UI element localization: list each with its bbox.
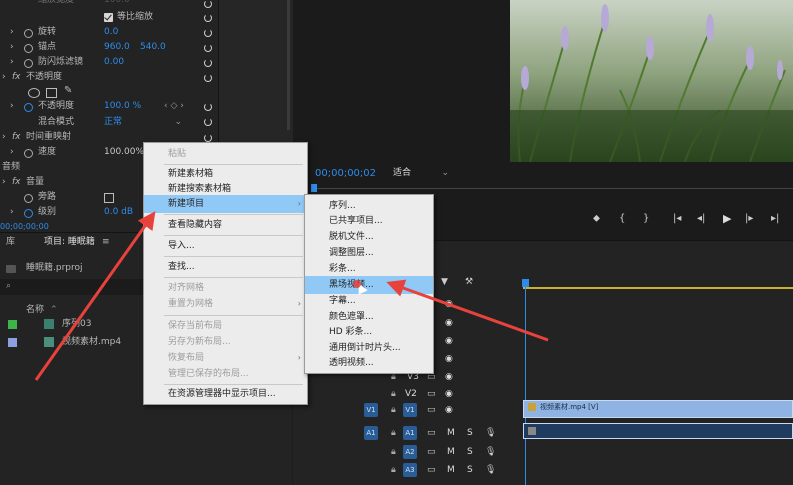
arrow-to-black-video bbox=[386, 279, 549, 342]
annotation-arrows bbox=[34, 211, 549, 381]
arrow-to-new-item bbox=[34, 211, 156, 381]
